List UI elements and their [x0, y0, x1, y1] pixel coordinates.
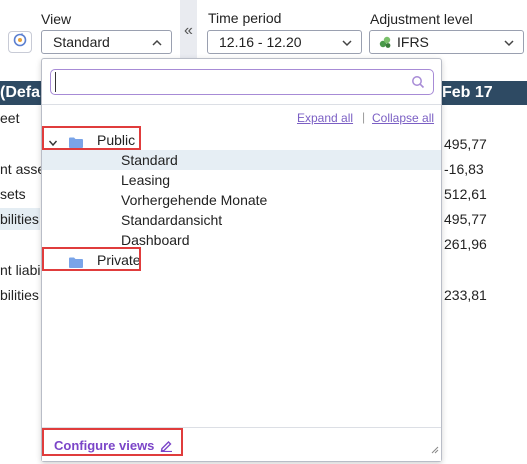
time-period-select[interactable]: 12.16 - 12.20 — [207, 30, 362, 54]
tree-item-label: Leasing — [121, 172, 171, 188]
tree-item-label: Vorhergehende Monate — [121, 192, 268, 208]
table-header-date: Feb 17 — [442, 84, 493, 101]
table-row-value: 512,61 — [444, 186, 487, 202]
tree-item-standardansicht[interactable]: Standardansicht — [42, 210, 441, 230]
collapse-panel-button[interactable]: « — [180, 0, 197, 62]
configure-views-label: Configure views — [54, 438, 155, 453]
view-dropdown-panel: Expand all | Collapse all Public Standar… — [41, 58, 442, 462]
double-chevron-left-icon: « — [184, 22, 193, 39]
refresh-button[interactable] — [8, 31, 32, 53]
table-row-value: 233,81 — [444, 287, 487, 303]
table-row-label: sets — [0, 186, 26, 202]
folder-icon — [69, 255, 83, 271]
adjustment-level-label: Adjustment level — [370, 11, 473, 27]
table-row-label: bilities — [0, 211, 39, 227]
table-row-value: 495,77 — [444, 211, 487, 227]
view-select-value: Standard — [53, 34, 110, 50]
expand-all-link[interactable]: Expand all — [297, 111, 353, 125]
search-icon[interactable] — [411, 75, 425, 94]
table-row-label: bilities — [0, 287, 39, 303]
table-row-value: 261,96 — [444, 236, 487, 252]
tree-item-dashboard[interactable]: Dashboard — [42, 230, 441, 250]
time-period-label: Time period — [208, 10, 282, 26]
view-select[interactable]: Standard — [41, 30, 172, 54]
table-row-value: 495,77 — [444, 136, 487, 152]
tree-group-label: Public — [97, 132, 136, 148]
tree-item-label: Standard — [121, 152, 178, 168]
chevron-down-icon — [503, 36, 515, 52]
tree-item-label: Standardansicht — [121, 212, 223, 228]
tree-item-label: Dashboard — [121, 232, 190, 248]
table-row-label: eet — [0, 110, 20, 126]
table-row-label: nt liabi — [0, 262, 41, 278]
tree-group-private[interactable]: Private — [42, 250, 441, 270]
toolbar: View Standard « Time period 12.16 - 12.2… — [0, 0, 527, 62]
time-period-value: 12.16 - 12.20 — [219, 34, 302, 50]
tree-item-standard[interactable]: Standard — [42, 150, 441, 170]
coins-icon — [378, 35, 392, 49]
table-row-label: nt asse — [0, 161, 46, 177]
collapse-all-link[interactable]: Collapse all — [372, 111, 434, 125]
adjustment-level-select[interactable]: IFRS — [369, 30, 524, 54]
adjustment-level-value: IFRS — [397, 34, 429, 50]
link-separator: | — [362, 110, 366, 124]
dropdown-footer: Configure views — [42, 427, 441, 461]
folder-icon — [69, 135, 83, 151]
table-row-value: -16,83 — [444, 161, 484, 177]
tree-item-vorhergehende-monate[interactable]: Vorhergehende Monate — [42, 190, 441, 210]
chevron-down-icon — [341, 36, 353, 52]
search-box — [50, 69, 434, 95]
chevron-up-icon — [151, 36, 163, 52]
chevron-down-icon[interactable] — [48, 135, 58, 151]
resize-handle[interactable] — [429, 441, 439, 459]
view-label: View — [41, 11, 72, 27]
refresh-icon — [12, 32, 28, 53]
configure-views-link[interactable]: Configure views — [54, 438, 173, 453]
pencil-icon — [160, 439, 173, 452]
tree-group-public[interactable]: Public — [42, 130, 441, 150]
search-input[interactable] — [55, 72, 395, 92]
divider — [42, 104, 441, 105]
tree-group-label: Private — [97, 252, 141, 268]
tree-item-leasing[interactable]: Leasing — [42, 170, 441, 190]
